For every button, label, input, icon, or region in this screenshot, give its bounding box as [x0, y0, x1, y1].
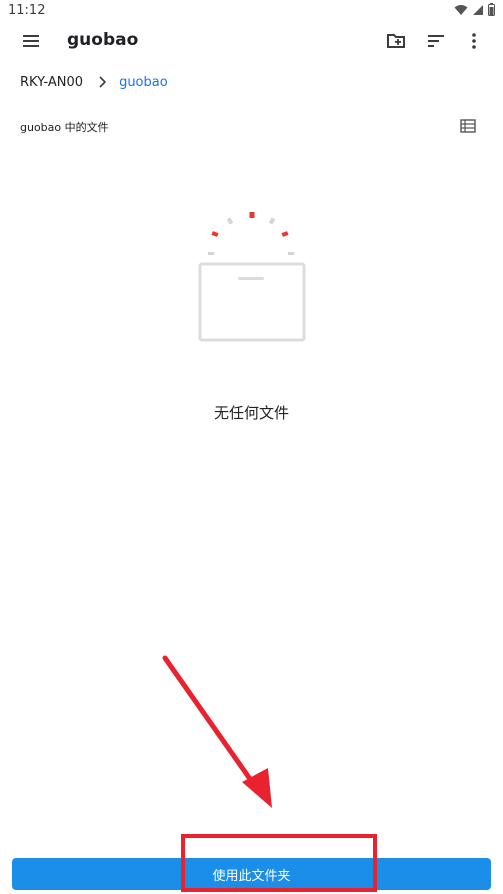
status-bar: 11:12 — [0, 0, 503, 22]
empty-state-message: 无任何文件 — [213, 404, 289, 422]
breadcrumb-current[interactable]: guobao — [119, 75, 168, 90]
breadcrumb-root[interactable]: RKY-AN00 — [20, 75, 83, 90]
annotation-arrow — [162, 655, 272, 808]
status-time: 11:12 — [8, 3, 46, 18]
empty-folder-illustration — [198, 212, 306, 342]
use-this-folder-button[interactable]: 使用此文件夹 — [12, 858, 491, 890]
battery-icon — [488, 3, 495, 16]
wifi-icon — [454, 4, 468, 15]
breadcrumb: RKY-AN00 guobao — [20, 72, 168, 92]
sort-icon[interactable] — [425, 30, 447, 52]
page-title: guobao — [67, 30, 139, 50]
menu-icon[interactable] — [20, 30, 42, 52]
status-icons — [454, 3, 495, 16]
signal-icon — [473, 4, 483, 15]
toolbar: guobao — [0, 22, 503, 60]
chevron-right-icon — [99, 76, 107, 88]
list-view-icon[interactable] — [459, 117, 477, 135]
section-header: guobao 中的文件 — [20, 121, 109, 134]
new-folder-icon[interactable] — [385, 30, 407, 52]
more-options-icon[interactable] — [463, 30, 485, 52]
